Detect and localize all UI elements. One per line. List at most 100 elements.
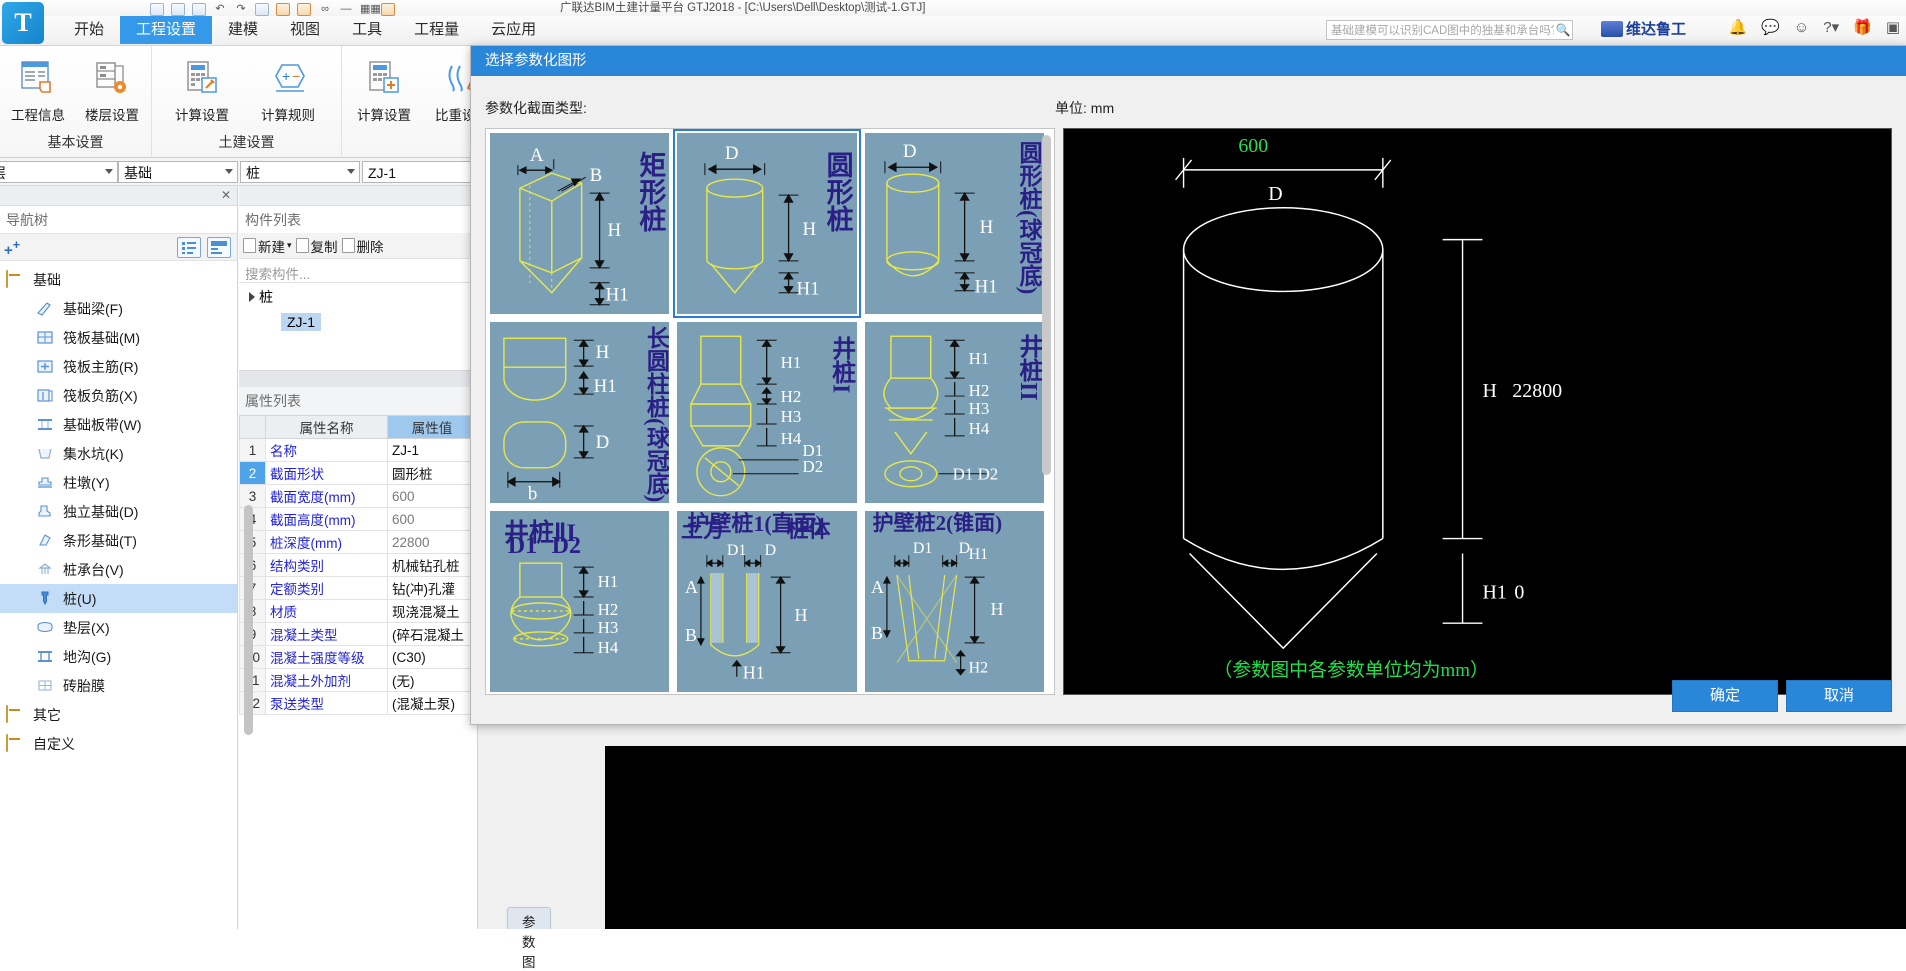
sidebar-item-sump-pit[interactable]: 集水坑(K) [0, 439, 237, 468]
floor-select[interactable]: 基础层 [0, 161, 118, 183]
tab-cloud-apps[interactable]: 云应用 [475, 16, 552, 44]
import-icon[interactable] [276, 2, 290, 16]
ribbon-button-project-info[interactable]: 工程信息 [2, 52, 74, 124]
tab-view[interactable]: 视图 [274, 16, 336, 44]
ribbon-button-floor-settings[interactable]: 楼层设置 [76, 52, 148, 124]
row-value[interactable]: (碎石混凝土 [387, 622, 477, 646]
sidebar-item-brick-formwork[interactable]: 砖胎膜 [0, 671, 237, 700]
row-value[interactable]: 现浇混凝土 [387, 599, 477, 623]
shape-card-well-pile-1[interactable]: H1 H2 H3 H4 D1 D2 井桩I [673, 318, 860, 507]
shape-grid-container[interactable]: A B H H1 矩形桩 D H H1 圆形桩 D H H1 圆形桩(球冠底) … [485, 128, 1055, 695]
tab-parameter-diagram[interactable]: 参数图 [507, 907, 551, 970]
ok-button[interactable]: 确定 [1672, 680, 1778, 712]
search-icon[interactable]: 🔍 [1554, 23, 1572, 37]
table-row[interactable]: 10 混凝土强度等级 (C30) [239, 645, 477, 669]
account-icon[interactable]: ☺ [1794, 19, 1809, 36]
shape-card-round-pile-dome[interactable]: D H H1 圆形桩(球冠底) [861, 129, 1048, 318]
sidebar-item-strip-footing[interactable]: 条形基础(T) [0, 526, 237, 555]
row-value[interactable]: 600 [387, 484, 477, 508]
minimize-icon[interactable]: ▣ [1886, 18, 1900, 36]
sidebar-item-column-pier[interactable]: 柱墩(Y) [0, 468, 237, 497]
table-row[interactable]: 9 混凝土类型 (碎石混凝土 [239, 622, 477, 646]
link-icon[interactable]: ∞ [318, 3, 332, 16]
sidebar-item-raft-main-rebar[interactable]: 筏板主筋(R) [0, 352, 237, 381]
row-value[interactable]: (C30) [387, 645, 477, 669]
bell-icon[interactable]: 🔔 [1729, 18, 1748, 36]
sidebar-item-foundation-beam[interactable]: 基础梁(F) [0, 294, 237, 323]
minus-icon[interactable]: — [339, 3, 353, 16]
shape-card-lining-pile-2[interactable]: D1 D A B H H1 H2 护壁桩2(锥面) [861, 507, 1048, 694]
row-value[interactable]: (混凝土泵) [387, 691, 477, 715]
chat-icon[interactable]: 💬 [1761, 18, 1780, 36]
table-row[interactable]: 2 截面形状 圆形桩 [239, 461, 477, 485]
cancel-button[interactable]: 取消 [1786, 680, 1892, 712]
row-value[interactable]: 圆形桩 [387, 461, 477, 485]
category-select[interactable]: 基础 [118, 161, 238, 183]
table-row[interactable]: 12 泵送类型 (混凝土泵) [239, 691, 477, 715]
table-row[interactable]: 8 材质 现浇混凝土 [239, 599, 477, 623]
shape-card-rect-pile[interactable]: A B H H1 矩形桩 [486, 129, 673, 318]
new-file-icon[interactable] [150, 2, 164, 16]
table-row[interactable]: 11 混凝土外加剂 (无) [239, 668, 477, 692]
table-row[interactable]: 5 桩深度(mm) 22800 [239, 530, 477, 554]
sidebar-item-cushion[interactable]: 垫层(X) [0, 613, 237, 642]
sidebar-item-pile-cap[interactable]: 桩承台(V) [0, 555, 237, 584]
sidebar-item-raft-foundation[interactable]: 筏板基础(M) [0, 323, 237, 352]
calendar-icon[interactable] [381, 2, 395, 16]
export-icon[interactable] [297, 2, 311, 16]
row-value[interactable]: 钻(冲)孔灌 [387, 576, 477, 600]
grid-icon[interactable]: ▦▦ [360, 3, 381, 16]
row-value[interactable]: 600 [387, 507, 477, 531]
table-row[interactable]: 7 定额类别 钻(冲)孔灌 [239, 576, 477, 600]
list-view-icon[interactable] [177, 237, 201, 258]
sidebar-item-foundation-strip[interactable]: 基础板带(W) [0, 410, 237, 439]
row-value[interactable]: 22800 [387, 530, 477, 554]
table-row[interactable]: 1 名称 ZJ-1 [239, 438, 477, 462]
delete-component-button[interactable]: 删除 [341, 236, 384, 256]
ribbon-button-calc-rules[interactable]: + − 计算规则 [252, 52, 324, 124]
tab-start[interactable]: 开始 [58, 16, 120, 44]
copy-component-button[interactable]: 复制 [295, 236, 338, 256]
sidebar-item-trench[interactable]: 地沟(G) [0, 642, 237, 671]
property-scrollbar[interactable] [244, 505, 253, 735]
shape-card-round-pile[interactable]: D H H1 圆形桩 [673, 129, 861, 318]
ribbon-button-calc-settings[interactable]: 计算设置 [166, 52, 238, 124]
table-row[interactable]: 4 截面高度(mm) 600 [239, 507, 477, 531]
close-icon[interactable]: ✕ [221, 188, 231, 202]
shape-preview-viewport[interactable]: 600 D H 22800 H1 0 （参数图中各参数单位均为mm） [1063, 128, 1892, 695]
open-file-icon[interactable] [171, 2, 185, 16]
new-component-button[interactable]: 新建 ▾ [243, 236, 292, 256]
shape-card-well-pile-2[interactable]: H1 H2 H3 H4 D1 D2 井桩II [861, 318, 1048, 507]
row-value[interactable]: ZJ-1 [387, 438, 477, 462]
component-search-input[interactable]: 搜索构件... [239, 259, 477, 283]
undo-icon[interactable]: ↶ [213, 3, 227, 16]
tab-quantity[interactable]: 工程量 [398, 16, 475, 44]
tab-project-settings[interactable]: 工程设置 [120, 16, 213, 44]
row-value[interactable]: 机械钻孔桩 [387, 553, 477, 577]
help-icon[interactable]: ?▾ [1823, 18, 1839, 36]
add-icon[interactable]: ++ [4, 238, 20, 259]
sidebar-item-raft-negative-rebar[interactable]: 筏板负筋(X) [0, 381, 237, 410]
shape-card-lining-pile-1[interactable]: D1 D A B H H1 土方 桩体 护壁桩1(直面) [673, 507, 860, 694]
component-tree-item[interactable]: ZJ-1 [281, 313, 321, 331]
sidebar-item-pile[interactable]: 桩(U) [0, 584, 237, 613]
layer-icon[interactable] [255, 2, 269, 16]
chevron-down-icon[interactable]: ▾ [287, 240, 292, 251]
tree-node-other[interactable]: 其它 [0, 700, 237, 729]
shape-card-well-pile-3[interactable]: H1 H2 H3 H4 D1 D2 井桩ⅡI [486, 507, 673, 694]
table-row[interactable]: 3 截面宽度(mm) 600 [239, 484, 477, 508]
tab-modeling[interactable]: 建模 [212, 16, 274, 44]
app-logo-icon[interactable]: T [2, 2, 44, 44]
gift-icon[interactable]: 🎁 [1853, 18, 1872, 36]
ribbon-button-calc-settings-2[interactable]: 计算设置 [348, 52, 420, 124]
shape-grid-scrollbar[interactable] [1042, 135, 1051, 475]
row-value[interactable]: (无) [387, 668, 477, 692]
tree-root-foundation[interactable]: 基础 [0, 265, 237, 294]
member-type-select[interactable]: 桩 [240, 161, 360, 183]
sidebar-item-isolated-footing[interactable]: 独立基础(D) [0, 497, 237, 526]
shape-card-oval-column[interactable]: H H1 D b 长圆柱桩(球冠底) [486, 318, 673, 507]
model-viewport[interactable] [605, 746, 1906, 929]
table-row[interactable]: 6 结构类别 机械钻孔桩 [239, 553, 477, 577]
expand-triangle-icon[interactable] [249, 292, 255, 302]
search-input[interactable]: 基础建模可以识别CAD图中的独基和承台吗? 🔍 [1326, 20, 1573, 40]
